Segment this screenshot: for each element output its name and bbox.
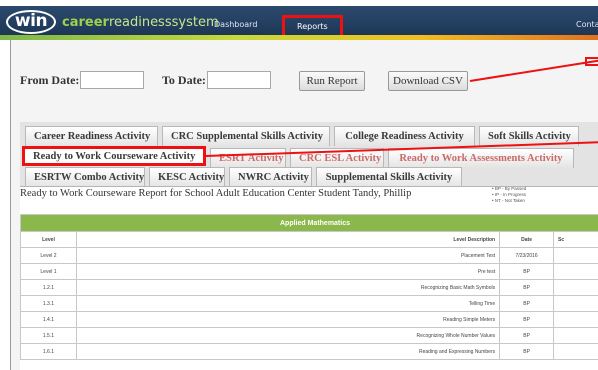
cell-level: Level 2 <box>20 247 77 264</box>
cell-score <box>553 343 598 360</box>
to-date-label: To Date: <box>162 73 206 87</box>
table-row: 1.4.1 Reading Simple Meters BP <box>20 311 598 328</box>
nav-dashboard[interactable]: Dashboard <box>214 20 257 29</box>
tab-kesc[interactable]: KESC Activity <box>149 167 225 187</box>
cell-score <box>553 247 598 264</box>
tab-supplemental-skills[interactable]: Supplemental Skills Activity <box>316 167 462 187</box>
tab-esrt[interactable]: ESRT Activity <box>210 148 286 168</box>
report-title: Ready to Work Courseware Report for Scho… <box>20 188 412 199</box>
cell-description: Reading Simple Meters <box>75 311 501 328</box>
tab-crc-supplemental[interactable]: CRC Supplemental Skills Activity <box>162 126 330 146</box>
cell-description: Recognizing Basic Math Symbols <box>75 279 501 296</box>
column-header-row: Level Level Description Date Sc <box>20 231 598 248</box>
status-legend: • BP - By Passed • IP - In Progress • NT… <box>492 186 526 204</box>
cell-date: BP <box>499 343 555 360</box>
col-description-header: Level Description <box>75 231 501 248</box>
run-report-button[interactable]: Run Report <box>299 71 365 91</box>
cell-date: BP <box>499 311 555 328</box>
cell-description: Telling Time <box>75 295 501 312</box>
table-row: 1.5.1 Recognizing Whole Number Values BP <box>20 327 598 344</box>
legend-item: • NT - Not Taken <box>492 198 525 203</box>
cell-score <box>553 311 598 328</box>
col-level-header: Level <box>20 231 77 248</box>
cell-level: 1.4.1 <box>20 311 77 328</box>
brand-rest: readinesssystem <box>108 15 219 30</box>
from-date-input[interactable] <box>80 71 144 89</box>
header-color-stripe <box>0 35 598 40</box>
cell-date: BP <box>499 279 555 296</box>
brand-bold: career <box>62 15 109 30</box>
cell-description: Pre test <box>75 263 501 280</box>
cell-level: Level 1 <box>20 263 77 280</box>
report-table: Applied Mathematics Level Level Descript… <box>20 214 598 360</box>
table-row: Level 2 Placement Test 7/23/2016 <box>20 247 598 264</box>
cell-description: Placement Test <box>75 247 501 264</box>
table-row: 1.6.1 Reading and Expressing Numbers BP <box>20 343 598 360</box>
cell-score <box>553 263 598 280</box>
cell-score <box>553 327 598 344</box>
cell-description: Recognizing Whole Number Values <box>75 327 501 344</box>
cell-level: 1.2.1 <box>20 279 77 296</box>
top-header: win careerreadinesssystem Dashboard Repo… <box>0 6 598 40</box>
download-csv-button[interactable]: Download CSV <box>388 71 468 91</box>
cell-level: 1.3.1 <box>20 295 77 312</box>
tab-college-readiness[interactable]: College Readiness Activity <box>334 126 475 146</box>
col-date-header: Date <box>499 231 555 248</box>
win-logo[interactable]: win <box>6 10 56 34</box>
nav-contact[interactable]: Conta <box>576 20 598 29</box>
col-score-header: Sc <box>553 231 598 248</box>
cell-date: 7/23/2016 <box>499 247 555 264</box>
cell-date: BP <box>499 327 555 344</box>
from-date-label: From Date: <box>20 73 80 87</box>
tab-nwrc[interactable]: NWRC Activity <box>229 167 312 187</box>
table-row: 1.2.1 Recognizing Basic Math Symbols BP <box>20 279 598 296</box>
cell-score <box>553 279 598 296</box>
cell-description: Reading and Expressing Numbers <box>75 343 501 360</box>
to-date-input[interactable] <box>207 71 271 89</box>
brand-name: careerreadinesssystem <box>62 15 219 30</box>
tab-esrtw-combo[interactable]: ESRTW Combo Activity <box>25 167 145 187</box>
tab-ready-to-work-courseware[interactable]: Ready to Work Courseware Activity <box>22 146 206 166</box>
table-row: Level 1 Pre test BP <box>20 263 598 280</box>
cell-score <box>553 295 598 312</box>
section-header-row: Applied Mathematics <box>20 214 598 232</box>
cell-date: BP <box>499 263 555 280</box>
section-title: Applied Mathematics <box>20 214 598 232</box>
tab-rtw-assessments[interactable]: Ready to Work Assessments Activity <box>388 148 574 168</box>
cell-level: 1.5.1 <box>20 327 77 344</box>
table-row: 1.3.1 Telling Time BP <box>20 295 598 312</box>
tab-career-readiness[interactable]: Career Readiness Activity <box>25 126 158 146</box>
cell-date: BP <box>499 295 555 312</box>
cell-level: 1.6.1 <box>20 343 77 360</box>
